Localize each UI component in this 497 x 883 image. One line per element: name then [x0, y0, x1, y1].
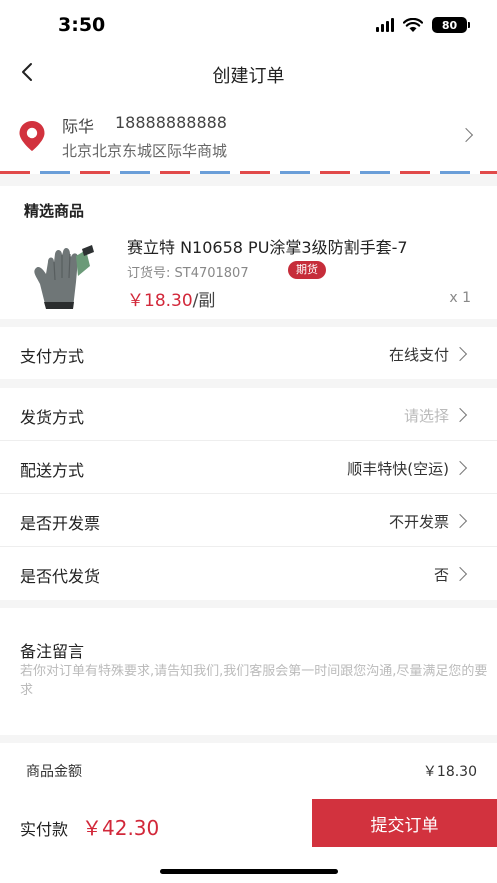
price-unit: /副: [192, 291, 216, 311]
row-label: 是否开发票: [20, 514, 101, 533]
dropship-row[interactable]: 是否代发货 否: [0, 547, 497, 600]
recipient-name: 际华: [62, 117, 95, 136]
battery-icon: 80: [432, 17, 470, 33]
chevron-right-icon: [452, 513, 468, 529]
signal-icon: [376, 18, 394, 32]
products-card: 精选商品 赛立特 N10658 PU涂掌3级防割手套-7 订货号: ST4701…: [0, 186, 497, 319]
invoice-row[interactable]: 是否开发票 不开发票: [0, 494, 497, 547]
address-card[interactable]: 际华 18888888888 北京北京东城区际华商城: [0, 94, 497, 174]
row-value: 顺丰特快(空运): [347, 460, 449, 478]
remark-title: 备注留言: [20, 642, 85, 661]
remark-card[interactable]: 备注留言 若你对订单有特殊要求,请告知我们,我们客服会第一时间跟您沟通,尽量满足…: [0, 608, 497, 735]
total-label: 实付款: [20, 820, 69, 839]
nav-bar: 创建订单: [0, 52, 497, 94]
status-badge: 期货: [288, 261, 326, 279]
status-bar: 3:50 80: [0, 0, 497, 52]
envelope-stripe: [0, 171, 497, 174]
product-code: 订货号: ST4701807: [127, 266, 249, 281]
home-indicator: [160, 869, 338, 874]
location-pin-icon: [19, 121, 45, 151]
product-image: [34, 245, 94, 309]
row-value: 在线支付: [388, 346, 449, 364]
price-value: ￥18.30: [127, 291, 193, 311]
shipping-method-row[interactable]: 发货方式 请选择: [0, 388, 497, 441]
section-title: 精选商品: [24, 202, 85, 220]
payment-method-row[interactable]: 支付方式 在线支付: [0, 327, 497, 379]
recipient-phone: 18888888888: [115, 113, 227, 132]
delivery-method-row[interactable]: 配送方式 顺丰特快(空运): [0, 441, 497, 494]
row-value: 否: [433, 566, 449, 584]
product-name: 赛立特 N10658 PU涂掌3级防割手套-7: [127, 238, 408, 257]
chevron-right-icon: [452, 566, 468, 582]
total-amount: ￥42.30: [82, 816, 160, 840]
row-label: 发货方式: [20, 408, 85, 427]
row-value: 请选择: [403, 407, 449, 425]
row-label: 支付方式: [20, 347, 85, 366]
product-quantity: x 1: [449, 290, 471, 306]
chevron-right-icon: [452, 346, 468, 362]
row-value: 不开发票: [388, 513, 449, 531]
submit-order-button[interactable]: 提交订单: [312, 799, 497, 847]
payment-card: 支付方式 在线支付: [0, 327, 497, 379]
chevron-right-icon: [452, 460, 468, 476]
summary-card: 商品金额 ￥18.30: [0, 743, 497, 797]
goods-amount-label: 商品金额: [26, 764, 82, 780]
product-price: ￥18.30/副: [127, 286, 215, 311]
status-time: 3:50: [58, 14, 106, 36]
row-label: 配送方式: [20, 461, 85, 480]
page-title: 创建订单: [212, 66, 285, 87]
row-label: 是否代发货: [20, 567, 101, 586]
address-detail: 北京北京东城区际华商城: [62, 142, 228, 160]
wifi-icon: [403, 17, 423, 32]
goods-amount-value: ￥18.30: [422, 764, 477, 780]
status-icons: 80: [376, 17, 470, 33]
chevron-right-icon: [458, 127, 474, 143]
chevron-right-icon: [452, 407, 468, 423]
remark-input[interactable]: 若你对订单有特殊要求,请告知我们,我们客服会第一时间跟您沟通,尽量满足您的要求: [20, 662, 497, 700]
options-card: 发货方式 请选择 配送方式 顺丰特快(空运) 是否开发票 不开发票 是否代发货 …: [0, 388, 497, 600]
